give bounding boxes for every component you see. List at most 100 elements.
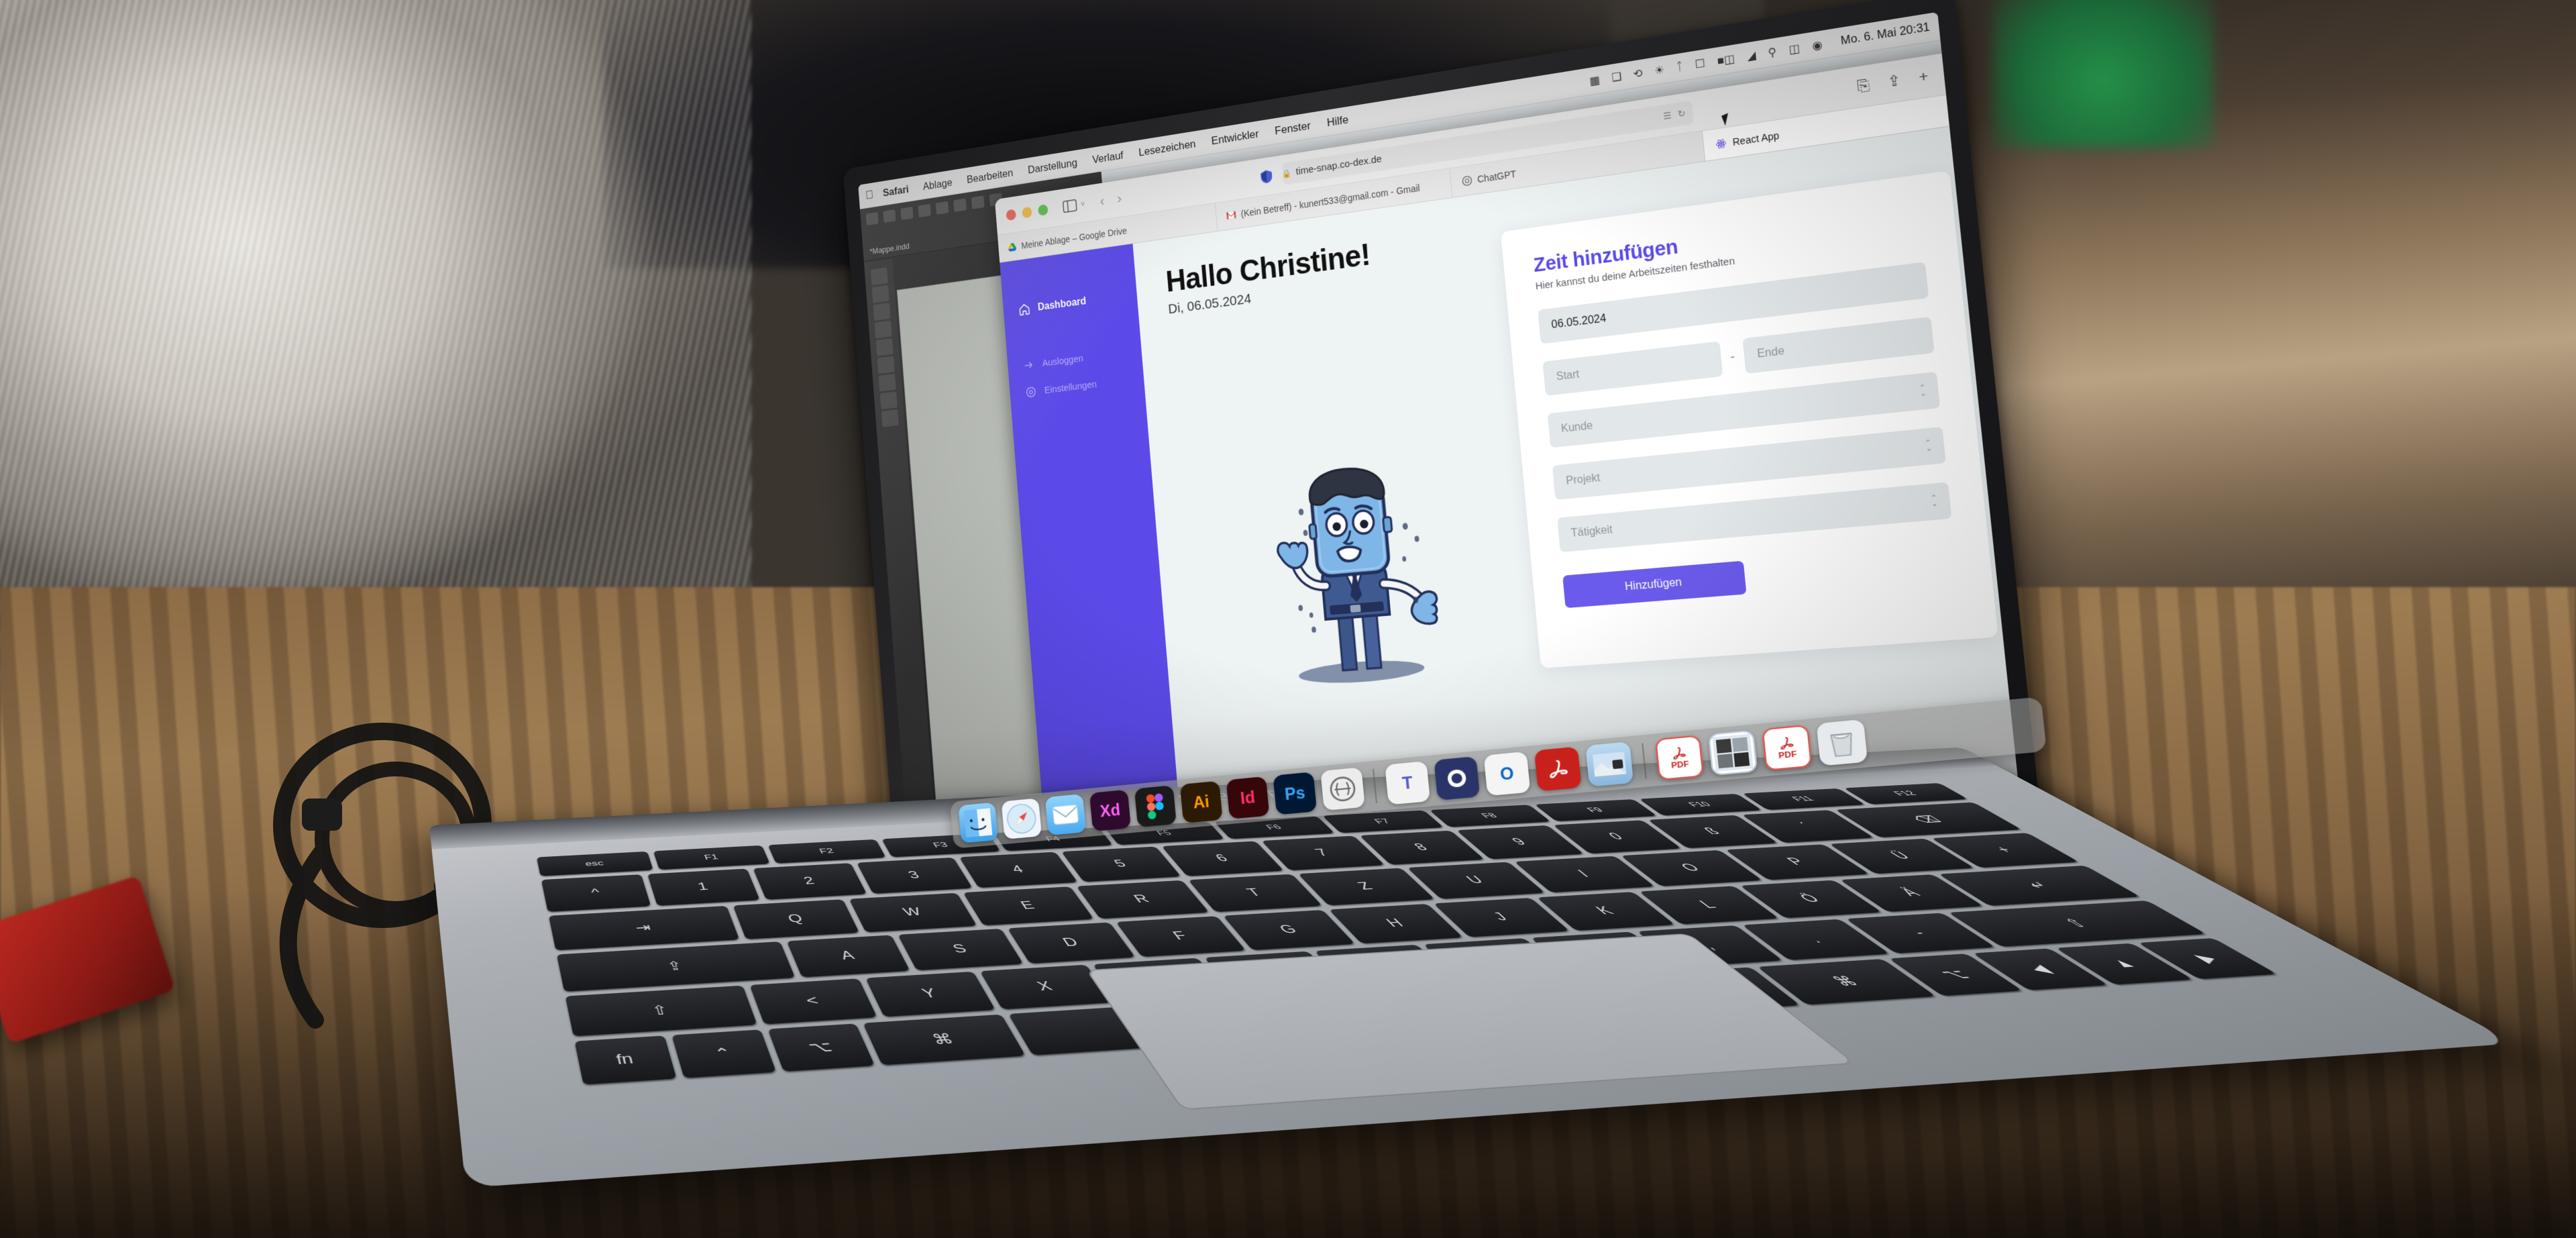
indesign-tool-icon[interactable]: [900, 206, 914, 221]
key-f[interactable]: F: [1116, 916, 1246, 957]
key-y[interactable]: Y: [865, 971, 996, 1017]
spotlight-search-icon[interactable]: ⚲: [1768, 45, 1778, 60]
adobe-illustrator-icon[interactable]: Ai: [1179, 780, 1223, 823]
adobe-acrobat-icon[interactable]: [1534, 746, 1582, 792]
trash-icon[interactable]: [1816, 719, 1868, 766]
dark-app-icon[interactable]: [1434, 756, 1481, 801]
downloads-icon[interactable]: ⎘: [1856, 76, 1870, 95]
type-tool-icon[interactable]: [874, 320, 892, 339]
key-circumflex[interactable]: ^: [541, 874, 651, 912]
pdf-file-icon[interactable]: PDF: [1654, 735, 1705, 781]
safari-icon[interactable]: [1001, 798, 1042, 839]
safari-navigation[interactable]: ‹ ›: [1099, 190, 1122, 209]
photo-app-icon[interactable]: [1585, 741, 1634, 787]
adobe-xd-icon[interactable]: Xd: [1089, 789, 1132, 832]
menu-item-safari[interactable]: Safari: [882, 183, 909, 199]
apple-logo-icon[interactable]: : [865, 188, 873, 203]
control-center-icon[interactable]: ◫: [1788, 41, 1801, 56]
key-less-than[interactable]: <: [749, 978, 877, 1025]
tab-overview-icon[interactable]: ❐: [1945, 62, 1962, 83]
key-option-left[interactable]: ⌥: [767, 1023, 875, 1072]
scissors-tool-icon[interactable]: [878, 373, 896, 392]
key-f2[interactable]: F2: [767, 839, 886, 864]
share-icon[interactable]: ⇪: [1886, 72, 1902, 91]
pdf-file-icon[interactable]: PDF: [1762, 724, 1813, 771]
start-time-input[interactable]: Start: [1542, 341, 1723, 396]
sidebar-toggle-icon[interactable]: ˅: [1063, 198, 1085, 213]
key-fn[interactable]: fn: [574, 1035, 677, 1085]
key-command-left[interactable]: ⌘: [862, 1014, 1026, 1066]
submit-button[interactable]: Hinzufügen: [1562, 560, 1747, 609]
window-traffic-lights[interactable]: [1006, 204, 1049, 221]
finder-icon[interactable]: [958, 802, 998, 843]
menu-item-verlauf[interactable]: Verlauf: [1092, 149, 1124, 166]
selection-tool-icon[interactable]: [870, 267, 888, 286]
chatgpt-icon: [1461, 174, 1472, 187]
pen-tool-icon[interactable]: [873, 303, 891, 321]
adobe-photoshop-icon[interactable]: Ps: [1273, 772, 1318, 815]
chevron-left-icon[interactable]: ‹: [1099, 193, 1105, 209]
adobe-indesign-icon[interactable]: Id: [1226, 776, 1270, 819]
microsoft-outlook-icon[interactable]: O: [1483, 751, 1531, 796]
rectangle-tool-icon[interactable]: [877, 356, 895, 374]
direct-selection-tool-icon[interactable]: [871, 285, 890, 303]
mail-icon[interactable]: [1044, 794, 1087, 836]
menu-item-darstellung[interactable]: Darstellung: [1027, 156, 1077, 176]
key-t[interactable]: T: [1187, 874, 1323, 913]
key-f1[interactable]: F1: [653, 845, 771, 870]
line-tool-icon[interactable]: [875, 338, 894, 356]
menu-item-hilfe[interactable]: Hilfe: [1326, 113, 1349, 130]
adobe-cc-icon[interactable]: ☀: [1654, 62, 1665, 78]
safari-toolbar-actions[interactable]: ⎘ ⇪ + ❐: [1856, 62, 1962, 96]
menu-item-entwickler[interactable]: Entwickler: [1211, 127, 1259, 147]
reader-view-icon[interactable]: ☰: [1663, 109, 1672, 121]
indesign-tool-icon[interactable]: [953, 198, 967, 212]
key-2[interactable]: 2: [753, 863, 867, 900]
privacy-shield-icon[interactable]: [1258, 168, 1274, 186]
app-icon[interactable]: ▦: [1589, 72, 1601, 88]
menubar-clock[interactable]: Mo. 6. Mai 20:31: [1840, 21, 1931, 48]
chevron-right-icon[interactable]: ›: [1116, 190, 1122, 207]
indesign-tool-icon[interactable]: [935, 201, 949, 215]
bluetooth-icon[interactable]: ᛏ: [1676, 60, 1684, 74]
minimize-window-button[interactable]: [1022, 206, 1032, 219]
new-tab-icon[interactable]: +: [1918, 68, 1929, 87]
screen-mirroring-icon[interactable]: ☐: [1695, 56, 1706, 71]
end-time-input[interactable]: Ende: [1742, 316, 1935, 374]
indesign-tool-icon[interactable]: [865, 212, 879, 225]
key-esc[interactable]: esc: [536, 851, 653, 876]
indesign-tool-icon[interactable]: [883, 209, 896, 223]
reload-icon[interactable]: ↻: [1677, 107, 1686, 119]
close-window-button[interactable]: [1006, 209, 1017, 221]
key-r[interactable]: R: [1076, 880, 1209, 919]
indesign-tool-icon[interactable]: [971, 195, 985, 209]
indesign-tool-icon[interactable]: [918, 203, 931, 218]
dropbox-icon[interactable]: ❑: [1611, 69, 1622, 85]
key-control[interactable]: ⌃: [672, 1029, 776, 1078]
battery-icon[interactable]: ■◫: [1717, 51, 1735, 68]
key-q[interactable]: Q: [733, 899, 859, 939]
menu-item-bearbeiten[interactable]: Bearbeiten: [966, 166, 1013, 186]
figma-icon[interactable]: [1134, 785, 1177, 828]
menu-item-fenster[interactable]: Fenster: [1274, 119, 1311, 138]
microsoft-teams-icon[interactable]: T: [1385, 761, 1431, 805]
siri-icon[interactable]: ◉: [1811, 38, 1823, 53]
menu-item-ablage[interactable]: Ablage: [922, 176, 953, 193]
zoom-tool-icon[interactable]: [881, 409, 899, 427]
zoom-window-button[interactable]: [1037, 204, 1049, 217]
image-file-icon[interactable]: [1707, 729, 1758, 776]
key-d[interactable]: D: [1008, 922, 1136, 964]
wifi-icon[interactable]: ◢: [1746, 48, 1756, 63]
hand-tool-icon[interactable]: [879, 391, 898, 410]
key-s[interactable]: S: [898, 928, 1024, 971]
key-tab[interactable]: ⇥: [548, 905, 740, 951]
key-shift-left[interactable]: ⇧: [565, 985, 757, 1037]
key-a[interactable]: A: [786, 935, 910, 978]
key-e[interactable]: E: [963, 886, 1094, 926]
timemachine-icon[interactable]: ⟲: [1633, 66, 1644, 81]
menu-item-lesezeichen[interactable]: Lesezeichen: [1138, 137, 1197, 158]
creative-cloud-icon[interactable]: [1320, 767, 1365, 811]
key-shift-right[interactable]: ⇧: [1947, 900, 2206, 947]
key-w[interactable]: W: [849, 892, 977, 933]
key-1[interactable]: 1: [647, 868, 760, 906]
